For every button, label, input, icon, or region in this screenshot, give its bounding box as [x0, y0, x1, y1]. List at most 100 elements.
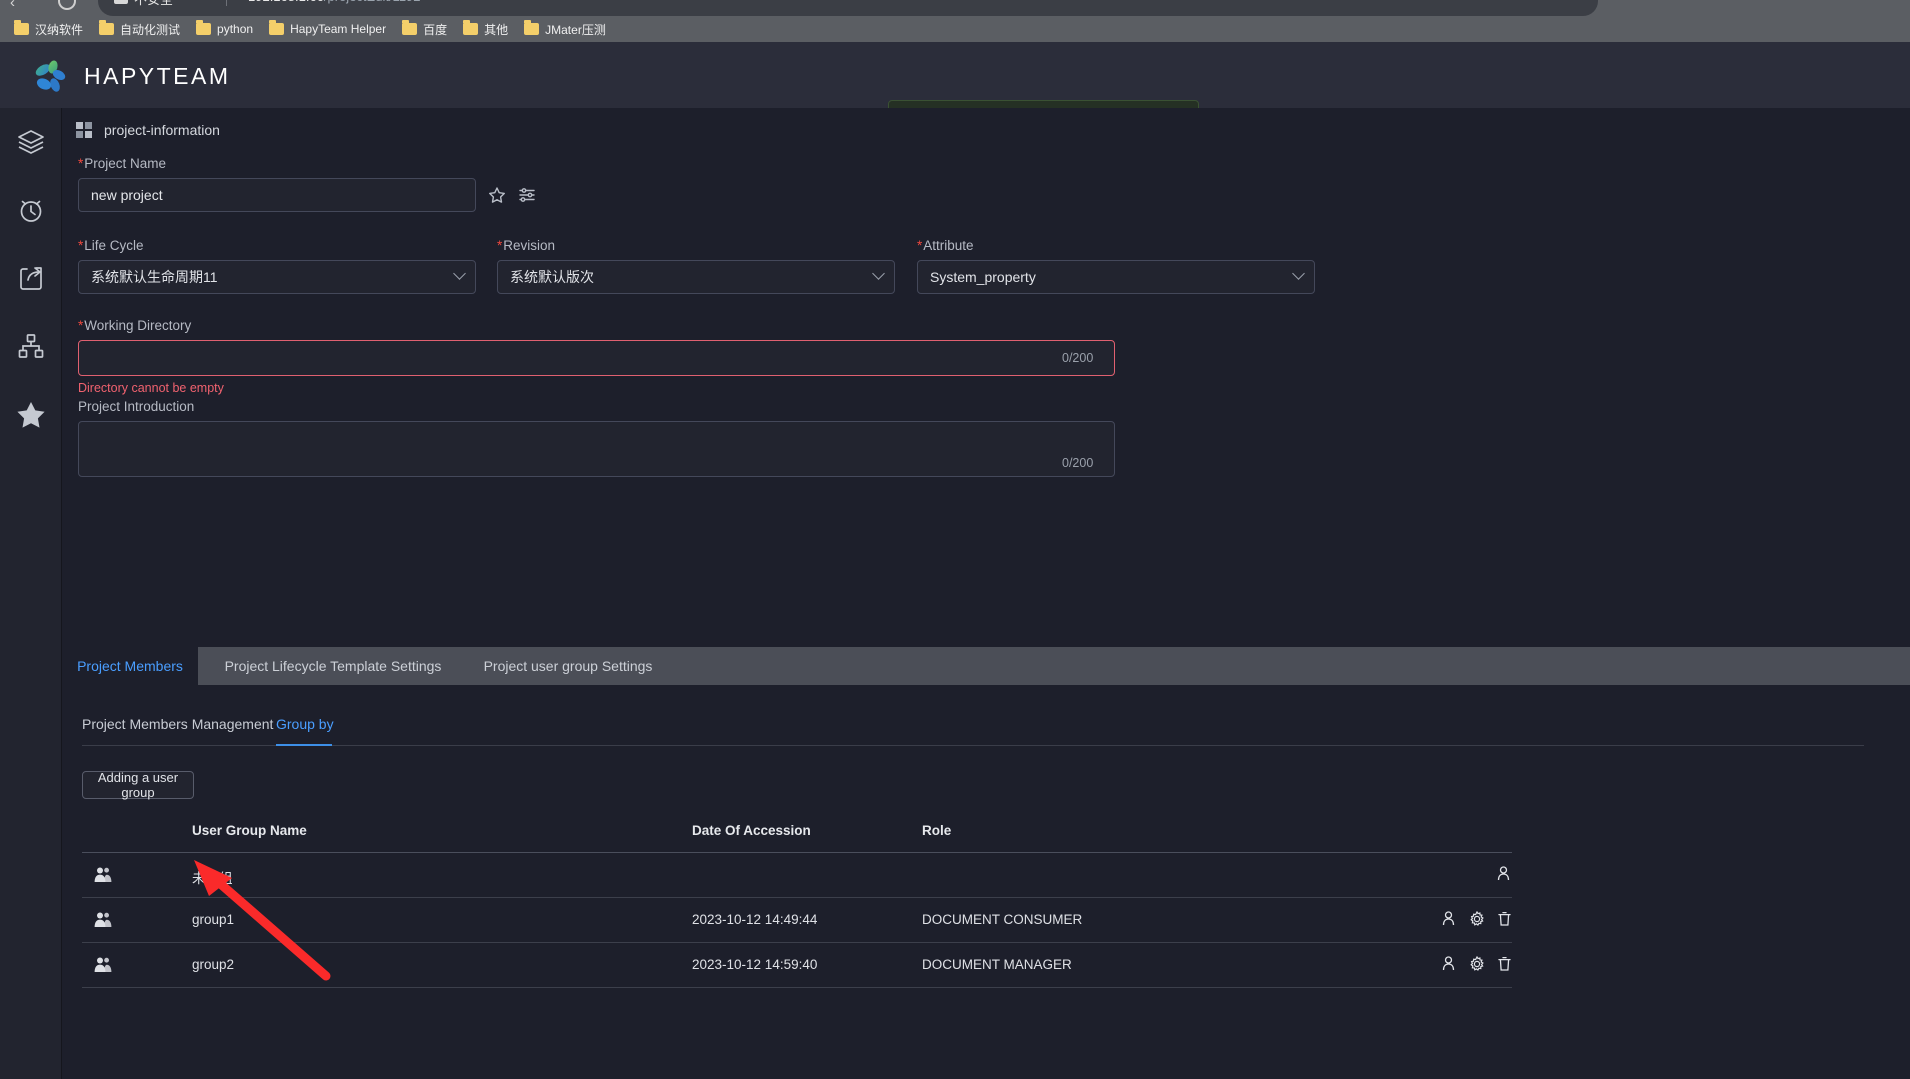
life-cycle-label-text: Life Cycle: [84, 238, 144, 253]
filter-settings-button[interactable]: [518, 186, 536, 204]
working-directory-label: *Working Directory: [78, 318, 191, 333]
favorite-star-button[interactable]: [488, 186, 506, 204]
folder-icon: [402, 20, 418, 35]
revision-label-text: Revision: [503, 238, 556, 253]
bookmark-item[interactable]: 汉纳软件: [14, 20, 84, 38]
row-action-members[interactable]: [1495, 865, 1512, 887]
folder-icon: [524, 20, 540, 35]
subtab-group-by[interactable]: Group by: [276, 716, 334, 732]
folder-icon: [269, 20, 285, 35]
subtab-project-members-management[interactable]: Project Members Management: [82, 716, 273, 732]
project-name-label-text: Project Name: [84, 156, 167, 171]
sidebar-item-star[interactable]: [0, 380, 62, 448]
browser-back-icon[interactable]: ‹: [10, 0, 15, 11]
subtab-active-indicator: [276, 744, 332, 746]
attribute-label-text: Attribute: [923, 238, 974, 253]
project-introduction-label-text: Project Introduction: [78, 399, 195, 414]
sidebar-item-share[interactable]: [0, 244, 62, 312]
gear-icon: [1470, 910, 1484, 926]
row-action-delete[interactable]: [1497, 956, 1512, 977]
tab-project-user-group-settings[interactable]: Project user group Settings: [468, 647, 668, 685]
table-body: 未分组 group1 2023-10-12 14:49:44 DOCUMENT CON…: [82, 853, 1512, 988]
tab-project-members[interactable]: Project Members: [62, 647, 198, 685]
sidebar-item-layers[interactable]: [0, 108, 62, 176]
bookmark-item[interactable]: JMater压测: [524, 20, 606, 38]
tab-bar: Project Members Project Lifecycle Templat…: [62, 647, 1910, 685]
attribute-select[interactable]: System_property: [917, 260, 1315, 294]
sitemap-icon: [18, 334, 44, 358]
members-icon: [1442, 956, 1455, 971]
user-group-icon: [94, 867, 112, 882]
user-group-table: User Group Name Date Of Accession Role 未分组…: [82, 813, 1512, 988]
project-introduction-textarea[interactable]: [78, 421, 1115, 477]
sidebar-item-sitemap[interactable]: [0, 312, 62, 380]
share-icon: [20, 267, 42, 290]
bookmark-item[interactable]: python: [196, 20, 253, 36]
revision-label: *Revision: [497, 238, 555, 253]
add-user-group-button[interactable]: Adding a user group: [82, 770, 194, 800]
main-content: project-information *Project Name *Life …: [62, 108, 1910, 1079]
tab-project-lifecycle-template-settings[interactable]: Project Lifecycle Template Settings: [198, 647, 468, 685]
subtab-bar: Project Members Management Group by: [82, 708, 1782, 748]
omnibox-url-host: 192.168.1.66: [248, 0, 324, 4]
left-rail: [0, 108, 62, 1079]
cell-date-of-accession: 2023-10-12 14:59:40: [692, 957, 818, 972]
bookmark-label: HapyTeam Helper: [290, 22, 387, 36]
project-name-input[interactable]: [78, 178, 476, 212]
attribute-label: *Attribute: [917, 238, 974, 253]
omnibox[interactable]: 不安全 192.168.1.66/projectEdit/1192: [98, 0, 1598, 16]
grid-icon: [76, 122, 92, 138]
bookmark-item[interactable]: HapyTeam Helper: [269, 20, 387, 36]
folder-icon: [99, 20, 115, 35]
working-directory-input[interactable]: [78, 340, 1115, 376]
omnibox-security-label: 不安全: [134, 0, 173, 8]
chevron-down-icon: [1292, 267, 1305, 280]
row-action-settings[interactable]: [1469, 955, 1485, 977]
attribute-value: System_property: [930, 269, 1036, 285]
project-introduction-label: Project Introduction: [78, 399, 194, 414]
brand-logo[interactable]: HAPYTEAM: [30, 56, 231, 96]
trash-icon: [1498, 911, 1511, 926]
row-action-members[interactable]: [1440, 910, 1457, 932]
required-asterisk: *: [917, 238, 923, 253]
bookmark-label: 自动化测试: [120, 22, 181, 37]
cell-date-of-accession: 2023-10-12 14:49:44: [692, 912, 818, 927]
star-icon: [17, 402, 45, 428]
layers-icon: [18, 130, 44, 154]
bookmark-label: 汉纳软件: [35, 22, 84, 37]
table-row[interactable]: group1 2023-10-12 14:49:44 DOCUMENT CONSUM…: [82, 898, 1512, 943]
life-cycle-select[interactable]: 系统默认生命周期11: [78, 260, 476, 294]
omnibox-url-path: /projectEdit/1192: [324, 0, 421, 4]
bookmark-item[interactable]: 自动化测试: [99, 20, 181, 38]
star-outline-icon: [489, 187, 505, 203]
user-group-icon: [94, 912, 112, 927]
table-row[interactable]: 未分组: [82, 853, 1512, 898]
table-row[interactable]: group2 2023-10-12 14:59:40 DOCUMENT MANAGE…: [82, 943, 1512, 988]
hapyteam-logo-icon: [35, 60, 66, 92]
cell-role: DOCUMENT CONSUMER: [922, 912, 1083, 927]
bookmark-label: 百度: [423, 22, 448, 37]
row-actions: [1495, 865, 1512, 887]
gear-icon: [1470, 955, 1484, 971]
bookmark-item[interactable]: 百度: [402, 20, 448, 38]
browser-reload-icon[interactable]: [58, 0, 76, 10]
user-group-icon-wrap: [93, 865, 113, 890]
row-action-delete[interactable]: [1497, 911, 1512, 932]
bookmark-bar: 汉纳软件 自动化测试 python HapyTeam Helper 百度 其他 JMater…: [0, 16, 1910, 42]
panel-title-text: project-information: [104, 122, 220, 138]
brand-name: HAPYTEAM: [84, 62, 231, 89]
user-group-icon-wrap: [93, 955, 113, 980]
bookmark-item[interactable]: 其他: [463, 20, 508, 38]
browser-toolbar: ‹ 不安全 192.168.1.66/projectEdit/1192: [0, 0, 1910, 16]
row-action-members[interactable]: [1440, 955, 1457, 977]
row-action-settings[interactable]: [1469, 910, 1485, 932]
members-icon: [1497, 866, 1510, 881]
working-directory-error: Directory cannot be empty: [78, 381, 224, 395]
sidebar-item-clock[interactable]: [0, 176, 62, 244]
panel-header: project-information: [76, 122, 220, 138]
omnibox-divider: [226, 0, 227, 6]
cell-user-group-name: group2: [192, 957, 235, 972]
not-secure-icon: [114, 0, 128, 4]
bookmark-label: JMater压测: [545, 22, 606, 37]
revision-select[interactable]: 系统默认版次: [497, 260, 895, 294]
